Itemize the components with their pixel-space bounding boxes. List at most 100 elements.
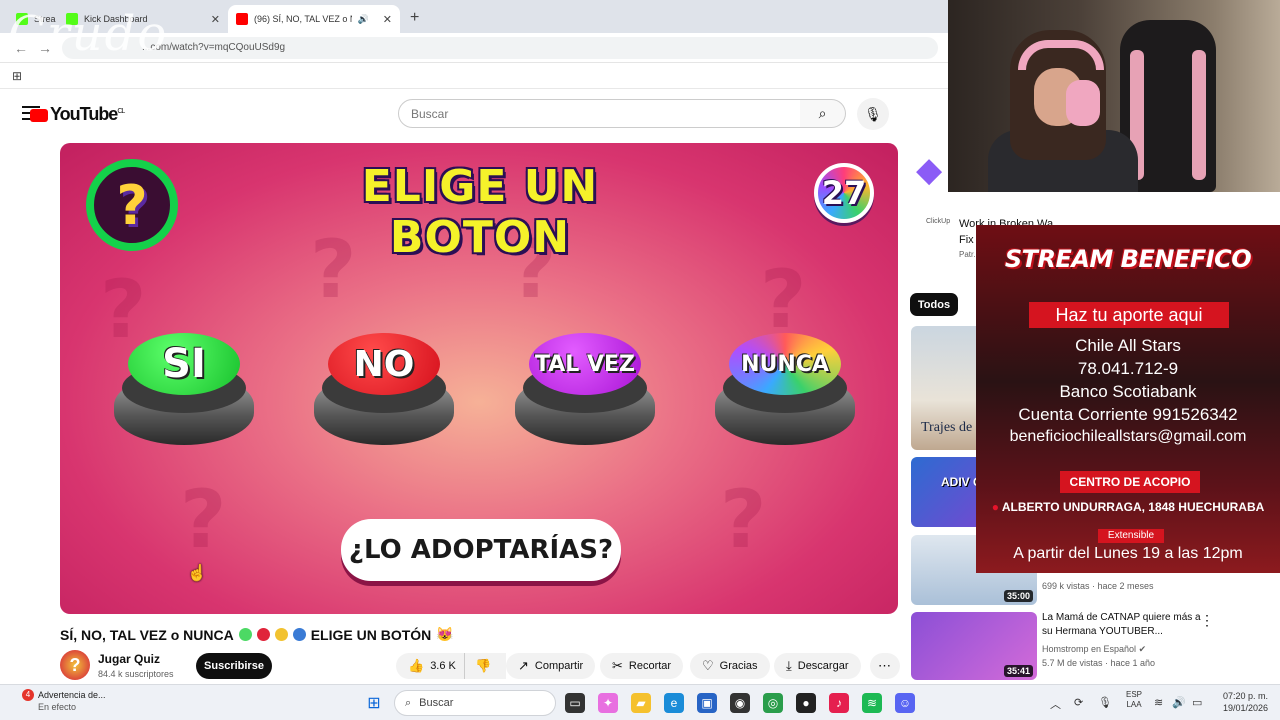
more-actions-button[interactable]: ⋯ bbox=[870, 653, 900, 679]
windows-start-icon[interactable]: ⊞ bbox=[364, 693, 384, 713]
stream-overlay-logo: Crudo bbox=[8, 6, 169, 62]
spotify-icon[interactable]: ≋ bbox=[862, 693, 882, 713]
voice-search-button[interactable]: 🎙 bbox=[857, 98, 889, 130]
apps-grid-icon[interactable]: ⊞ bbox=[12, 69, 22, 83]
sidebar-video-thumbnail[interactable]: 35:41 bbox=[911, 612, 1037, 680]
download-icon: ⤓ bbox=[786, 658, 792, 673]
webcam-overlay bbox=[948, 0, 1280, 192]
sidebar-video-meta: 5.7 M de vistas · hace 1 año bbox=[1042, 658, 1156, 668]
battery-icon[interactable]: ▭ bbox=[1192, 696, 1202, 709]
weather-alert-widget[interactable]: 4 Advertencia de... En efecto bbox=[22, 689, 106, 713]
more-vertical-icon[interactable]: ⋮ bbox=[1200, 612, 1214, 629]
thumbs-down-icon: 👎 bbox=[475, 658, 492, 673]
question-mark-icon: ? bbox=[116, 173, 148, 237]
microphone-icon: 🎙 bbox=[864, 105, 882, 122]
share-arrow-icon: ↗ bbox=[518, 658, 529, 673]
answer-button-si: SI bbox=[114, 333, 254, 448]
sidebar-video-meta: 699 k vistas · hace 2 meses bbox=[1042, 581, 1154, 591]
duration-badge: 35:41 bbox=[1003, 665, 1033, 677]
question-pill: ¿LO ADOPTARÍAS? bbox=[341, 519, 621, 581]
copilot-icon[interactable]: ✦ bbox=[598, 693, 618, 713]
donation-banner: Haz tu aporte aqui bbox=[1029, 302, 1229, 328]
tray-app-icon[interactable]: ⟳ bbox=[1074, 696, 1083, 709]
green-circle-icon bbox=[238, 628, 252, 641]
obs-icon[interactable]: ◉ bbox=[730, 693, 750, 713]
blue-circle-icon bbox=[292, 628, 306, 641]
location-pin-icon: ● bbox=[991, 500, 999, 514]
file-explorer-icon[interactable]: ▰ bbox=[631, 693, 651, 713]
chip-all[interactable]: Todos bbox=[910, 293, 958, 316]
youtube-header: YouTubeCL Buscar ⌕ 🎙 bbox=[0, 92, 948, 136]
dislike-button[interactable]: 👎 bbox=[464, 653, 498, 679]
youtube-logo[interactable]: YouTubeCL bbox=[30, 104, 125, 125]
download-button[interactable]: ⤓ Descargar bbox=[774, 653, 861, 679]
video-player[interactable]: ? ? ? ? ? ? ? ELIGE UN BOTON 27 SI NO TA… bbox=[60, 143, 898, 614]
system-clock[interactable]: 07:20 p. m. 19/01/2026 bbox=[1218, 690, 1268, 714]
close-icon[interactable]: ✕ bbox=[383, 13, 392, 26]
clip-button[interactable]: ✂ Recortar bbox=[600, 653, 684, 679]
sidebar-ad[interactable]: ClickUp Work in Broken Wa... Fix Patr... bbox=[916, 212, 1062, 272]
collection-address: ● ALBERTO UNDURRAGA, 1848 HUECHURABA bbox=[991, 500, 1265, 514]
video-heading: ELIGE UN BOTON bbox=[361, 161, 599, 263]
channel-name[interactable]: Jugar Quiz bbox=[98, 652, 160, 666]
more-horizontal-icon: ⋯ bbox=[878, 658, 891, 673]
tab-youtube-video[interactable]: (96) SÍ, NO, TAL VEZ o NUN 🔊 ✕ bbox=[228, 5, 400, 33]
channel-row: ? Jugar Quiz 84.4 k suscriptores Suscrib… bbox=[60, 650, 900, 684]
taskbar-search[interactable]: ⌕ Buscar bbox=[394, 690, 556, 716]
duration-badge: 35:00 bbox=[1003, 590, 1033, 602]
keyboard-language[interactable]: ESP LAA bbox=[1126, 690, 1142, 710]
mouse-cursor-icon: ☝ bbox=[187, 565, 207, 582]
donation-title: STREAM BENEFICO bbox=[1004, 245, 1252, 273]
verified-icon: ✔ bbox=[1138, 644, 1147, 654]
extensible-badge: Extensible bbox=[1098, 529, 1164, 543]
microphone-icon[interactable]: 🎙 bbox=[1098, 696, 1112, 709]
sidebar-video-channel[interactable]: Homstromp en Español ✔ bbox=[1042, 644, 1146, 655]
thanks-heart-icon: ♡ bbox=[702, 658, 714, 673]
store-icon[interactable]: ▣ bbox=[697, 693, 717, 713]
donation-overlay: STREAM BENEFICO Haz tu aporte aqui Chile… bbox=[976, 225, 1280, 573]
search-button[interactable]: ⌕ bbox=[800, 99, 846, 128]
new-tab-button[interactable]: + bbox=[400, 9, 429, 33]
speaker-icon[interactable]: 🔊 bbox=[358, 14, 369, 25]
donation-date: A partir del Lunes 19 a las 12pm bbox=[1013, 545, 1243, 562]
video-title: SÍ, NO, TAL VEZ o NUNCA ELIGE UN BOTÓN 😻 bbox=[60, 626, 454, 643]
screen: Strea Kick Dashboard ✕ (96) SÍ, NO, TAL … bbox=[0, 0, 1280, 720]
answer-button-nunca: NUNCA bbox=[715, 333, 855, 448]
channel-avatar[interactable]: ? bbox=[60, 650, 90, 680]
search-icon: ⌕ bbox=[818, 105, 827, 121]
chrome-icon[interactable]: ◎ bbox=[763, 693, 783, 713]
task-view-icon[interactable]: ▭ bbox=[565, 693, 585, 713]
discord-icon[interactable]: ☺ bbox=[895, 693, 915, 713]
edge-browser-icon[interactable]: e bbox=[664, 693, 684, 713]
volume-icon[interactable]: 🔊 bbox=[1172, 696, 1186, 709]
tray-chevron-icon[interactable]: ︿ bbox=[1050, 696, 1061, 712]
headphones bbox=[1018, 40, 1104, 70]
tab-label: (96) SÍ, NO, TAL VEZ o NUN bbox=[254, 14, 352, 24]
red-circle-icon bbox=[256, 628, 270, 641]
clickup-logo-icon: ◆ bbox=[916, 151, 943, 189]
alert-badge: 4 bbox=[22, 689, 34, 701]
scissors-icon: ✂ bbox=[612, 658, 623, 673]
answer-button-tal-vez: TAL VEZ bbox=[515, 333, 655, 448]
youtube-favicon-icon bbox=[236, 13, 248, 25]
answer-button-no: NO bbox=[314, 333, 454, 448]
thumbs-up-icon: 👍 bbox=[408, 658, 425, 673]
close-icon[interactable]: ✕ bbox=[211, 13, 220, 26]
subscriber-count: 84.4 k suscriptores bbox=[98, 669, 174, 679]
collection-center-label: CENTRO DE ACOPIO bbox=[1060, 471, 1200, 493]
youtube-play-icon bbox=[30, 108, 48, 122]
thanks-button[interactable]: ♡ Gracias bbox=[690, 653, 770, 679]
search-icon: ⌕ bbox=[405, 696, 412, 709]
bookmarks-bar: ⊞ bbox=[0, 63, 948, 89]
cat-heart-eyes-icon: 😻 bbox=[436, 626, 454, 642]
share-button[interactable]: ↗ Compartir bbox=[506, 653, 596, 679]
search-input[interactable]: Buscar bbox=[398, 99, 801, 128]
wifi-icon[interactable]: ≋ bbox=[1154, 696, 1163, 709]
app-icon[interactable]: ● bbox=[796, 693, 816, 713]
sidebar-video-title[interactable]: La Mamá de CATNAP quiere más a su Herman… bbox=[1042, 611, 1202, 639]
url-field[interactable]: ...com/watch?v=mqCQouUSd9g bbox=[62, 36, 938, 59]
countdown-badge: 27 bbox=[814, 163, 874, 223]
subscribe-button[interactable]: Suscribirse bbox=[196, 653, 272, 679]
tiktok-icon[interactable]: ♪ bbox=[829, 693, 849, 713]
timer-ring: ? bbox=[86, 159, 178, 251]
